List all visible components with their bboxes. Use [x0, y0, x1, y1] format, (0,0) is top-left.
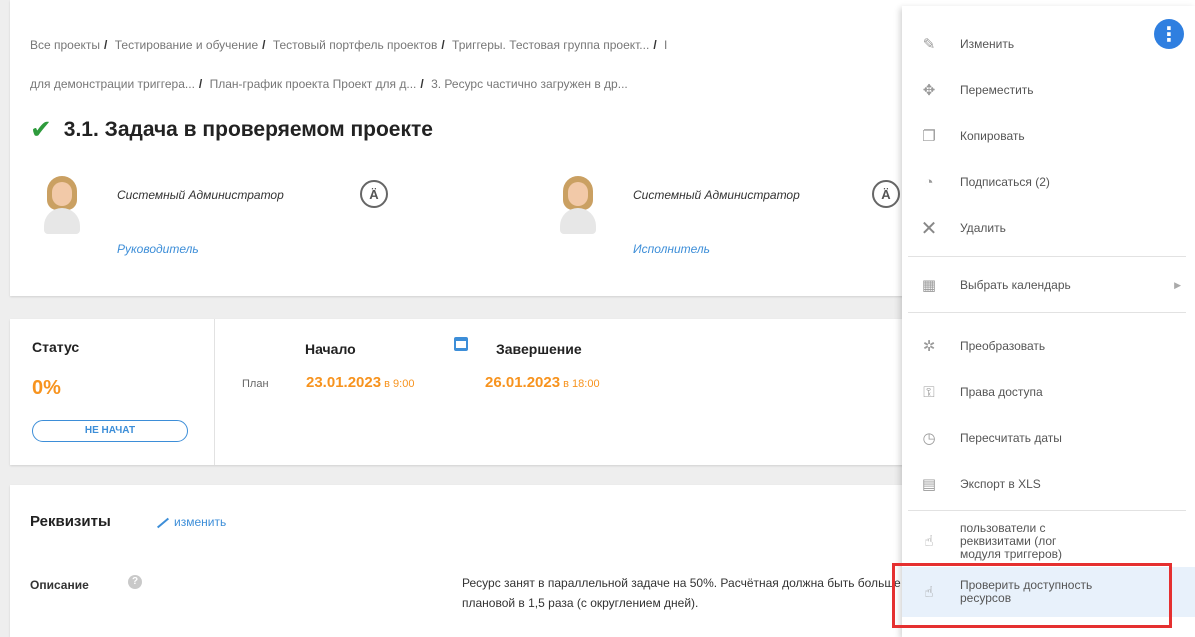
details-title: Реквизиты — [30, 513, 111, 530]
menu-divider — [908, 510, 1186, 511]
help-icon[interactable]: ? — [128, 575, 142, 589]
task-title: 3.1. Задача в проверяемом проекте — [63, 117, 433, 141]
plan-end-date[interactable]: 26.01.2023 в 18:00 — [485, 374, 600, 391]
menu-item-export-xls[interactable]: ▤ Экспорт в XLS — [902, 464, 1195, 504]
close-icon: ✕ — [920, 217, 938, 240]
executor-role-link[interactable]: Исполнитель — [633, 242, 710, 256]
change-user-icon[interactable]: Ä — [872, 180, 900, 208]
wand-icon: ✲ — [922, 338, 936, 355]
menu-item-move[interactable]: ✥ Переместить — [902, 70, 1195, 110]
menu-item-access-rights[interactable]: ⚿ Права доступа — [902, 372, 1195, 412]
calendar-icon[interactable] — [454, 337, 468, 351]
table-icon: ▤ — [921, 476, 937, 493]
hand-icon: ☝ — [924, 533, 934, 550]
check-icon: ✔ — [30, 114, 52, 144]
menu-item-check-resources[interactable]: ☝ Проверить доступность ресурсов — [902, 567, 1195, 617]
breadcrumb-trigger-demo[interactable]: для демонстрации триггера... — [30, 77, 195, 91]
description-label: Описание — [30, 578, 89, 592]
breadcrumb-portfolio[interactable]: Тестовый портфель проектов — [273, 38, 438, 52]
chevron-right-icon: ▶ — [1174, 279, 1181, 290]
description-text: Ресурс занят в параллельной задаче на 50… — [462, 576, 901, 610]
edit-details-link[interactable]: изменить — [156, 515, 226, 529]
breadcrumb-project-plan[interactable]: План-график проекта Проект для д... — [210, 77, 417, 91]
calendar-icon: ▦ — [921, 277, 937, 294]
pencil-icon: ✎ — [922, 36, 936, 53]
menu-item-copy[interactable]: ❐ Копировать — [902, 116, 1195, 156]
plan-label: План — [242, 378, 269, 390]
breadcrumb: Все проекты / Тестирование и обучение / Те… — [30, 38, 668, 52]
status-percent: 0% — [32, 377, 61, 399]
breadcrumb-all-projects[interactable]: Все проекты — [30, 38, 100, 52]
clock-icon: ◷ — [922, 430, 936, 447]
menu-item-transform[interactable]: ✲ Преобразовать — [902, 326, 1195, 366]
menu-item-delete[interactable]: ✕ Удалить — [902, 208, 1195, 248]
breadcrumb-overflow[interactable]: I — [664, 38, 667, 52]
executor-name[interactable]: Системный Администратор — [633, 188, 800, 202]
rss-icon: ◔ — [924, 173, 934, 191]
hand-icon: ☝ — [924, 584, 934, 601]
breadcrumb-triggers-group[interactable]: Триггеры. Тестовая группа проект... — [452, 38, 649, 52]
menu-item-users-trigger-log[interactable]: ☝ пользователи с реквизитами (лог модуля… — [902, 517, 1195, 565]
breadcrumb-testing[interactable]: Тестирование и обучение — [115, 38, 258, 52]
context-menu: ⋮ ✎ Изменить ✥ Переместить ❐ Копировать … — [902, 6, 1195, 637]
move-icon: ✥ — [922, 82, 936, 99]
manager-role-link[interactable]: Руководитель — [117, 242, 199, 256]
menu-divider — [908, 312, 1186, 313]
status-label: Статус — [32, 339, 80, 355]
breadcrumb-resource-task[interactable]: 3. Ресурс частично загружен в др... — [431, 77, 628, 91]
menu-item-recalculate-dates[interactable]: ◷ Пересчитать даты — [902, 418, 1195, 458]
page-title: ✔ 3.1. Задача в проверяемом проекте — [30, 114, 433, 145]
status-panel: Статус 0% НЕ НАЧАТ — [10, 319, 215, 465]
change-user-icon[interactable]: Ä — [360, 180, 388, 208]
key-icon: ⚿ — [923, 383, 935, 401]
end-header: Завершение — [496, 341, 582, 357]
menu-divider — [908, 256, 1186, 257]
breadcrumb-continued: для демонстрации триггера... / План-графи… — [30, 77, 628, 91]
menu-item-subscribe[interactable]: ◔ Подписаться (2) — [902, 162, 1195, 202]
avatar[interactable] — [558, 176, 598, 234]
start-header: Начало — [305, 341, 356, 357]
menu-item-choose-calendar[interactable]: ▦ Выбрать календарь ▶ — [902, 265, 1195, 305]
copy-icon: ❐ — [922, 128, 936, 145]
pencil-icon — [156, 517, 170, 529]
manager-name[interactable]: Системный Администратор — [117, 188, 284, 202]
plan-start-date[interactable]: 23.01.2023 в 9:00 — [306, 374, 414, 391]
avatar[interactable] — [42, 176, 82, 234]
menu-item-edit[interactable]: ✎ Изменить — [902, 24, 1195, 64]
status-badge[interactable]: НЕ НАЧАТ — [32, 420, 188, 442]
